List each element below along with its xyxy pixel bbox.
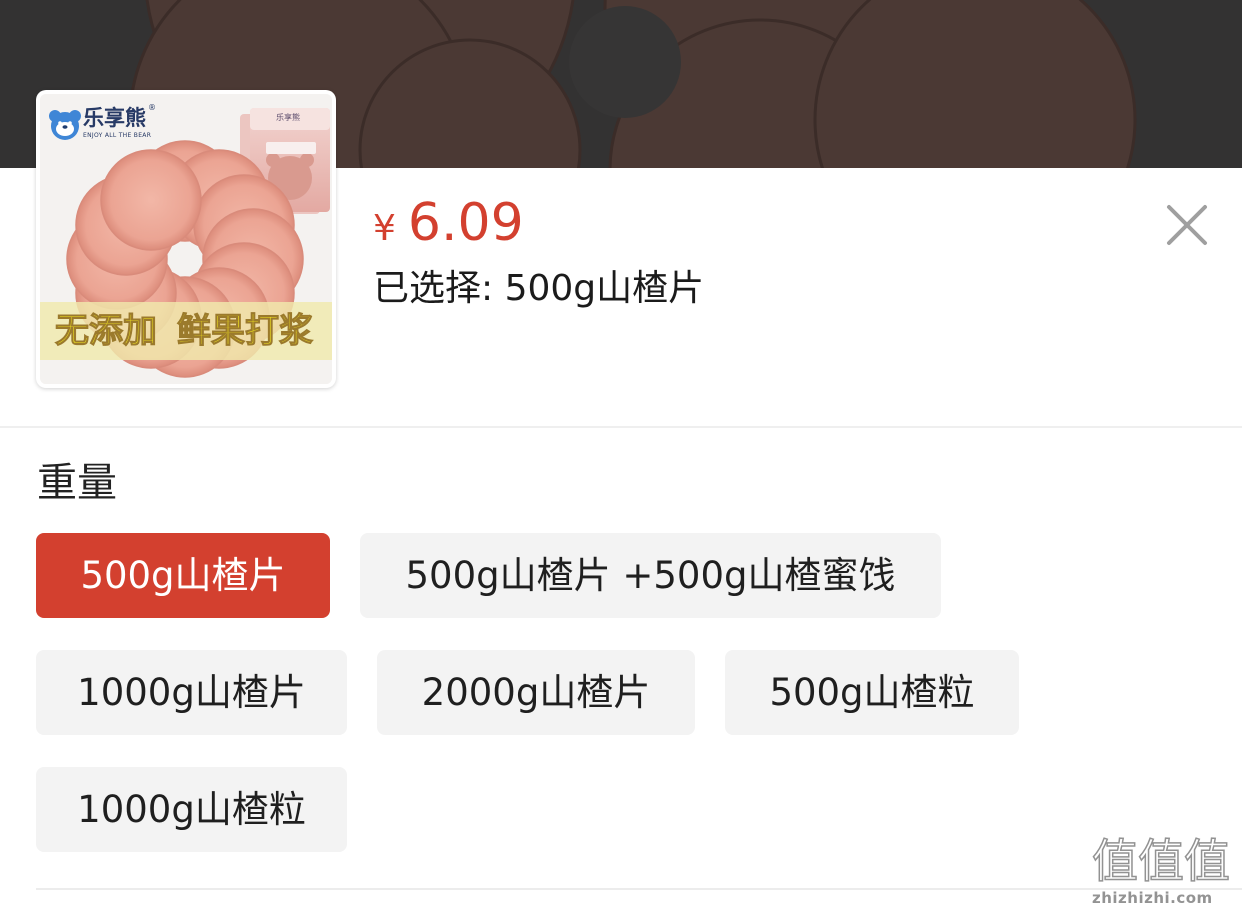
sku-option-500g-granules[interactable]: 500g山楂粒	[725, 650, 1019, 735]
option-group-title: 重量	[37, 460, 117, 506]
sku-option-2000g-slices[interactable]: 2000g山楂片	[377, 650, 695, 735]
registered-mark: ®	[148, 103, 156, 112]
sku-option-1000g-granules[interactable]: 1000g山楂粒	[36, 767, 347, 852]
close-button[interactable]	[1164, 202, 1210, 248]
brand-name: 乐享熊	[83, 106, 146, 130]
package-brand: 乐享熊	[276, 113, 300, 122]
banner-text-no-additives: 无添加	[55, 311, 158, 351]
close-icon	[1167, 205, 1207, 245]
banner-text-fresh-fruit: 鲜果打浆	[177, 311, 314, 351]
sku-option-500g-slices-plus-500g-candied[interactable]: 500g山楂片 +500g山楂蜜饯	[360, 533, 941, 618]
bear-logo-icon	[49, 110, 81, 140]
product-thumbnail[interactable]: 乐享熊 ® ENJOY ALL THE BEAR 乐享熊 无添加 鲜果打浆	[36, 90, 336, 388]
divider	[36, 888, 1242, 890]
price-amount: 6.09	[407, 193, 524, 253]
sku-option-500g-slices[interactable]: 500g山楂片	[36, 533, 330, 618]
brand-tagline: ENJOY ALL THE BEAR	[83, 132, 152, 139]
product-image: 乐享熊 ® ENJOY ALL THE BEAR 乐享熊 无添加 鲜果打浆	[40, 94, 332, 384]
price: ¥6.09	[373, 192, 524, 266]
weight-options: 500g山楂片 500g山楂片 +500g山楂蜜饯 1000g山楂片 2000g…	[36, 533, 1206, 852]
sku-option-1000g-slices[interactable]: 1000g山楂片	[36, 650, 347, 735]
selected-variant-text: 已选择: 500g山楂片	[373, 268, 705, 309]
divider	[0, 426, 1242, 428]
promo-banner: 无添加 鲜果打浆	[40, 302, 332, 360]
sku-selector-screen: 乐享熊 ® ENJOY ALL THE BEAR 乐享熊 无添加 鲜果打浆 ¥6…	[0, 0, 1242, 918]
currency-symbol: ¥	[373, 208, 396, 249]
hawthorn-slice	[100, 149, 202, 251]
